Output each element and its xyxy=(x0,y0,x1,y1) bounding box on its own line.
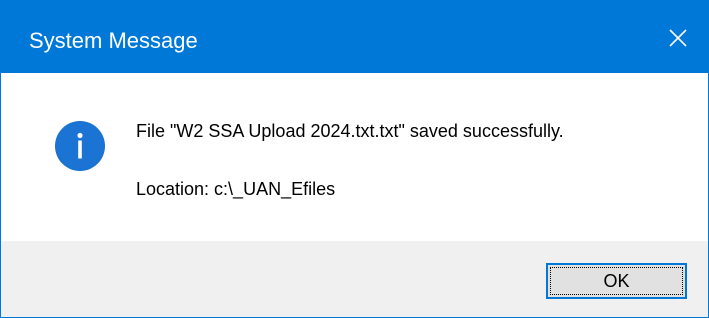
message-text: File "W2 SSA Upload 2024.txt.txt" saved … xyxy=(136,121,564,141)
window-title: System Message xyxy=(29,28,198,53)
close-button[interactable] xyxy=(648,1,708,73)
message-area: File "W2 SSA Upload 2024.txt.txt" saved … xyxy=(1,73,708,241)
info-icon xyxy=(55,121,105,171)
location-text: Location: c:\_UAN_Efiles xyxy=(136,179,336,199)
title-bar[interactable]: System Message xyxy=(1,1,708,73)
close-icon xyxy=(669,29,687,47)
ok-button-label: OK xyxy=(603,270,630,291)
ok-button[interactable]: OK xyxy=(546,263,687,299)
button-bar: OK xyxy=(1,241,708,317)
system-message-dialog: System Message File "W2 SSA Upload 2024.… xyxy=(0,0,709,318)
